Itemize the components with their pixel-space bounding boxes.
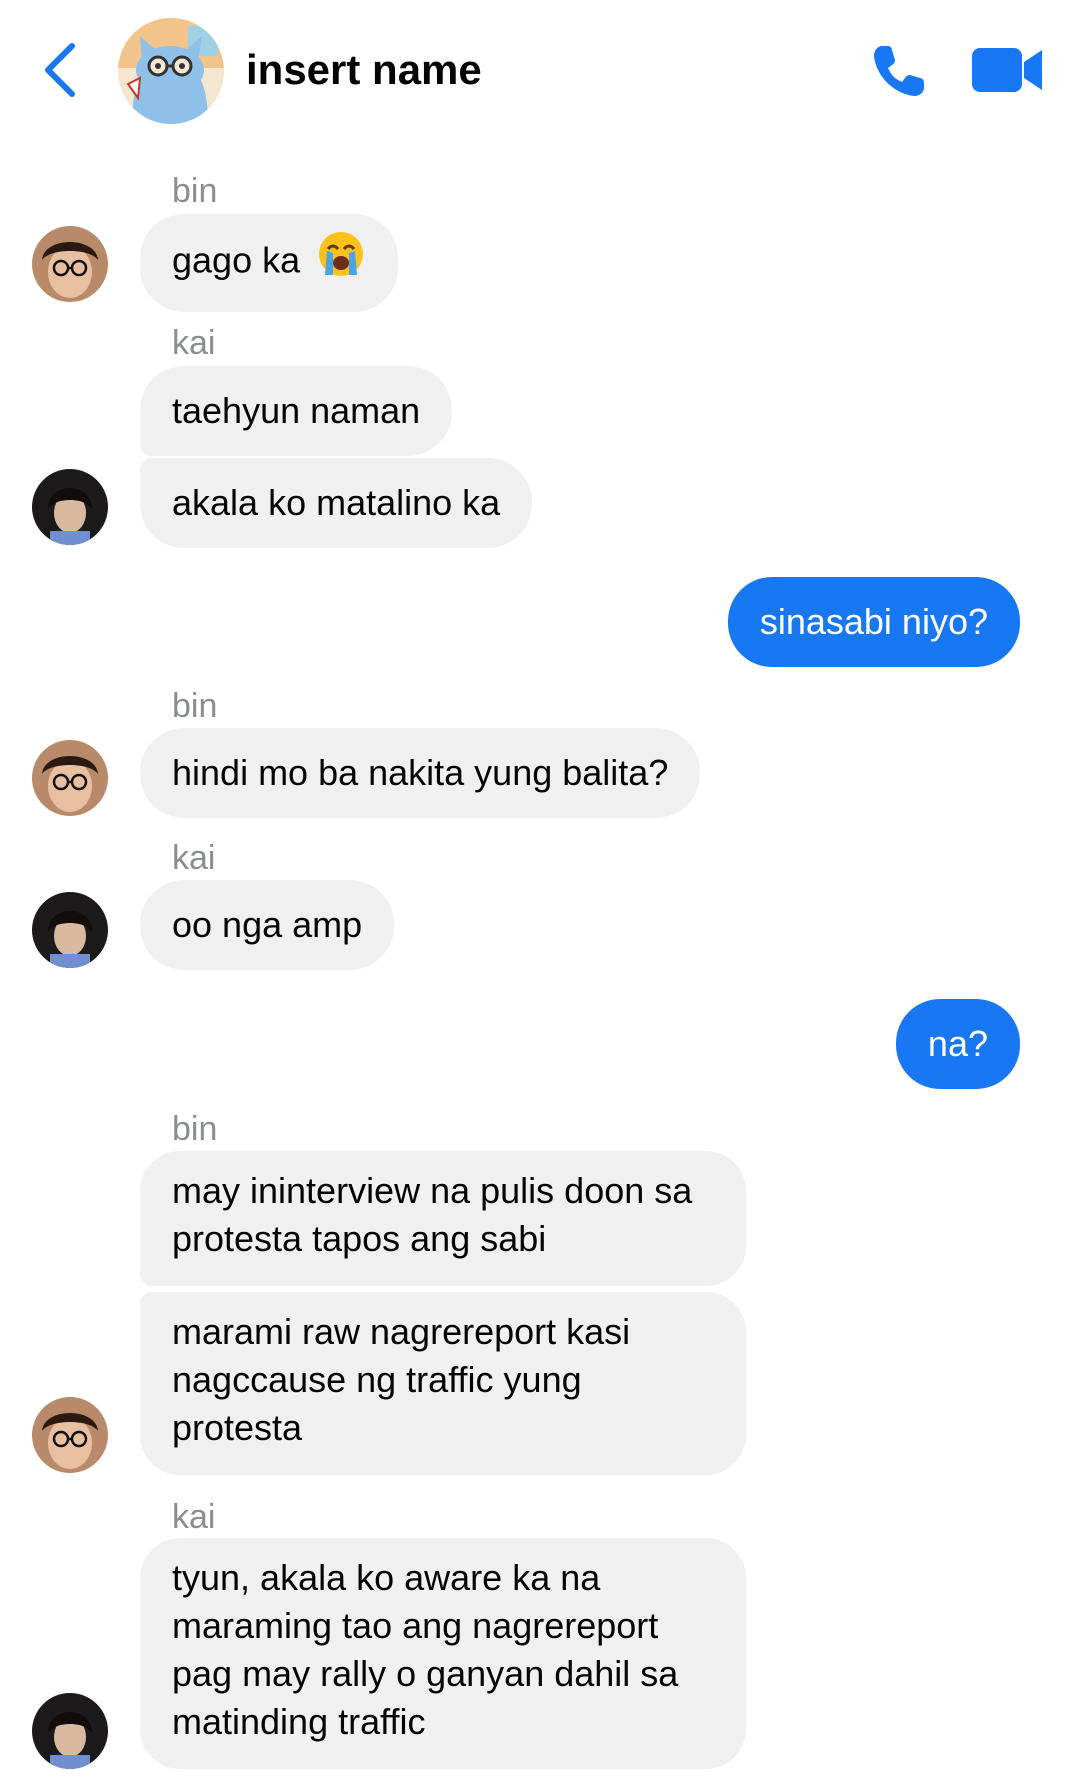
message-bubble[interactable]: gago ka bbox=[140, 214, 399, 312]
sender-label: kai bbox=[172, 324, 216, 362]
sent-message-bubble[interactable]: na? bbox=[895, 999, 1020, 1089]
chat-header: insert name bbox=[0, 0, 1080, 140]
avatar-bin[interactable] bbox=[32, 740, 108, 816]
message-bubble[interactable]: hindi mo ba nakita yung balita? bbox=[140, 728, 701, 818]
message-text: marami raw nagrereport kasi nagccause ng… bbox=[172, 1311, 631, 1448]
message-bubble[interactable]: akala ko matalino ka bbox=[140, 458, 533, 548]
sender-label: bin bbox=[172, 687, 218, 725]
message-text: may ininterview na pulis doon sa protest… bbox=[172, 1170, 693, 1259]
message-text: na? bbox=[927, 1023, 988, 1064]
message-bubble[interactable]: marami raw nagrereport kasi nagccause ng… bbox=[140, 1292, 746, 1475]
avatar-kai[interactable] bbox=[32, 1693, 108, 1769]
user-photo-icon bbox=[32, 892, 108, 968]
message-bubble[interactable]: tyun, akala ko aware ka na maraming tao … bbox=[140, 1538, 746, 1769]
user-photo-icon bbox=[32, 469, 108, 545]
message-text: oo nga amp bbox=[172, 904, 363, 945]
sender-label: kai bbox=[172, 1498, 216, 1536]
message-bubble[interactable]: oo nga amp bbox=[140, 880, 395, 970]
sender-label: bin bbox=[172, 1110, 218, 1148]
message-text: taehyun naman bbox=[172, 390, 421, 431]
chevron-left-icon bbox=[45, 43, 75, 97]
message-bubble[interactable]: may ininterview na pulis doon sa protest… bbox=[140, 1151, 746, 1286]
contact-avatar[interactable] bbox=[118, 18, 224, 124]
message-bubble[interactable]: taehyun naman bbox=[140, 366, 453, 456]
sender-label: bin bbox=[172, 172, 218, 210]
message-text: akala ko matalino ka bbox=[172, 482, 501, 523]
avatar-kai[interactable] bbox=[32, 469, 108, 545]
back-button[interactable] bbox=[38, 40, 82, 100]
avatar-bin[interactable] bbox=[32, 226, 108, 302]
sender-label: kai bbox=[172, 839, 216, 877]
avatar-bin[interactable] bbox=[32, 1397, 108, 1473]
loudly-crying-face-icon bbox=[316, 229, 366, 291]
avatar-kai[interactable] bbox=[32, 892, 108, 968]
video-call-button[interactable] bbox=[970, 44, 1044, 96]
cat-avatar-icon bbox=[118, 18, 224, 124]
audio-call-button[interactable] bbox=[870, 42, 928, 100]
message-text: gago ka bbox=[172, 239, 301, 281]
user-photo-icon bbox=[32, 740, 108, 816]
user-photo-icon bbox=[32, 226, 108, 302]
video-camera-icon bbox=[972, 48, 1042, 92]
message-text: tyun, akala ko aware ka na maraming tao … bbox=[172, 1557, 679, 1742]
user-photo-icon bbox=[32, 1693, 108, 1769]
phone-icon bbox=[874, 46, 924, 96]
sent-message-bubble[interactable]: sinasabi niyo? bbox=[727, 577, 1020, 667]
user-photo-icon bbox=[32, 1397, 108, 1473]
contact-name[interactable]: insert name bbox=[246, 44, 482, 96]
message-text: sinasabi niyo? bbox=[759, 601, 988, 642]
message-text: hindi mo ba nakita yung balita? bbox=[172, 752, 669, 793]
